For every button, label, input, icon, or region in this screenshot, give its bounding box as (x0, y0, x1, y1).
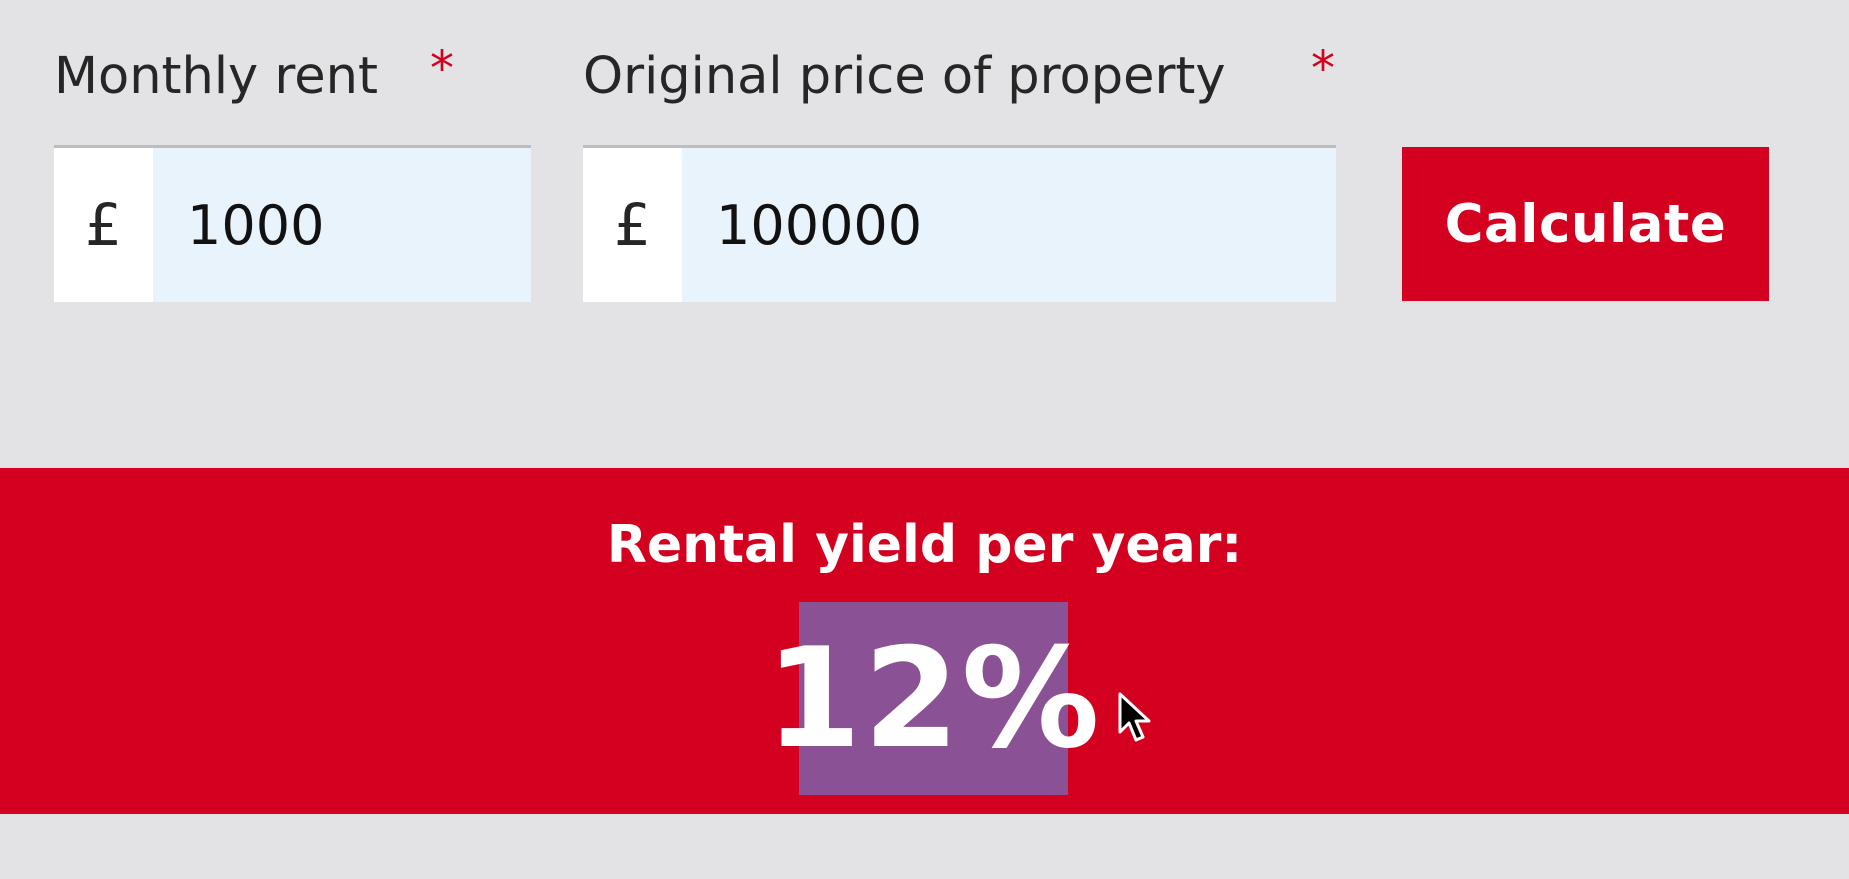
mouse-pointer-icon (1118, 692, 1151, 742)
monthly-rent-input[interactable]: 1000 (153, 148, 531, 302)
monthly-rent-required-marker: * (430, 41, 454, 97)
calculate-button[interactable]: Calculate (1402, 147, 1769, 301)
monthly-rent-field[interactable]: £ 1000 (54, 145, 531, 302)
result-banner: Rental yield per year: 12% (0, 468, 1849, 814)
monthly-rent-label-text: Monthly rent (54, 47, 378, 106)
monthly-rent-label: Monthly rent * (54, 41, 454, 110)
monthly-rent-currency-prefix: £ (54, 148, 153, 302)
original-price-required-marker: * (1311, 41, 1335, 97)
original-price-label: Original price of property * (583, 41, 1335, 110)
original-price-currency-prefix: £ (583, 148, 682, 302)
original-price-field[interactable]: £ 100000 (583, 145, 1336, 302)
result-title: Rental yield per year: (606, 515, 1243, 575)
original-price-input[interactable]: 100000 (682, 148, 1336, 302)
rental-yield-value: 12% (765, 602, 1100, 795)
original-price-label-text: Original price of property (583, 47, 1226, 106)
